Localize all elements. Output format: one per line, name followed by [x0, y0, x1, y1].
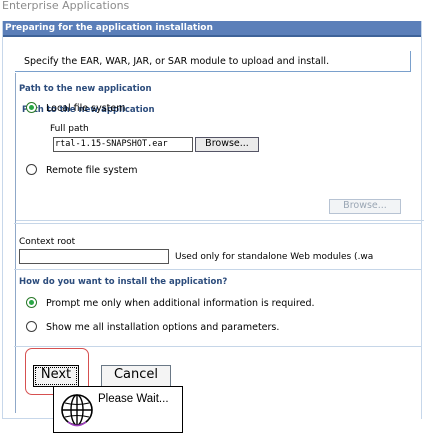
- browse-button[interactable]: Browse...: [195, 137, 259, 152]
- show-all-options-radio[interactable]: [26, 321, 37, 332]
- app-title: Enterprise Applications: [2, 0, 130, 12]
- full-path-input[interactable]: rtal-1.15-SNAPSHOT.ear: [53, 137, 193, 152]
- full-path-label: Full path: [50, 124, 89, 134]
- path-section-header-text: Path to the new application: [19, 84, 152, 94]
- local-file-system-radio[interactable]: [26, 102, 37, 113]
- panel-header: Preparing for the application installati…: [3, 21, 421, 37]
- content-left-edge: [15, 375, 16, 413]
- globe-icon: [61, 394, 93, 427]
- prompt-only-radio[interactable]: [26, 297, 37, 308]
- prompt-only-label: Prompt me only when additional informati…: [46, 298, 315, 309]
- cancel-button[interactable]: Cancel: [101, 365, 171, 387]
- remote-file-system-label: Remote file system: [46, 165, 138, 176]
- please-wait-popup: Please Wait...: [53, 386, 183, 433]
- context-root-label: Context root: [19, 237, 76, 247]
- local-file-system-label: Local file system: [46, 103, 126, 114]
- next-button[interactable]: Next: [33, 365, 79, 387]
- instructions-box: Specify the EAR, WAR, JAR, or SAR module…: [15, 51, 411, 72]
- divider-install: [14, 346, 421, 347]
- remote-file-system-radio[interactable]: [26, 164, 37, 175]
- please-wait-text: Please Wait...: [98, 393, 169, 405]
- context-root-input[interactable]: [19, 249, 169, 264]
- context-root-hint: Used only for standalone Web modules (.w…: [175, 252, 374, 262]
- divider-path: [14, 223, 421, 224]
- remote-browse-button[interactable]: Browse...: [329, 199, 401, 214]
- show-all-options-label: Show me all installation options and par…: [46, 322, 280, 333]
- panel-bottom-edge: [2, 418, 53, 419]
- instructions-text: Specify the EAR, WAR, JAR, or SAR module…: [24, 56, 330, 67]
- divider-context: [14, 269, 421, 270]
- install-section-header: How do you want to install the applicati…: [19, 277, 228, 287]
